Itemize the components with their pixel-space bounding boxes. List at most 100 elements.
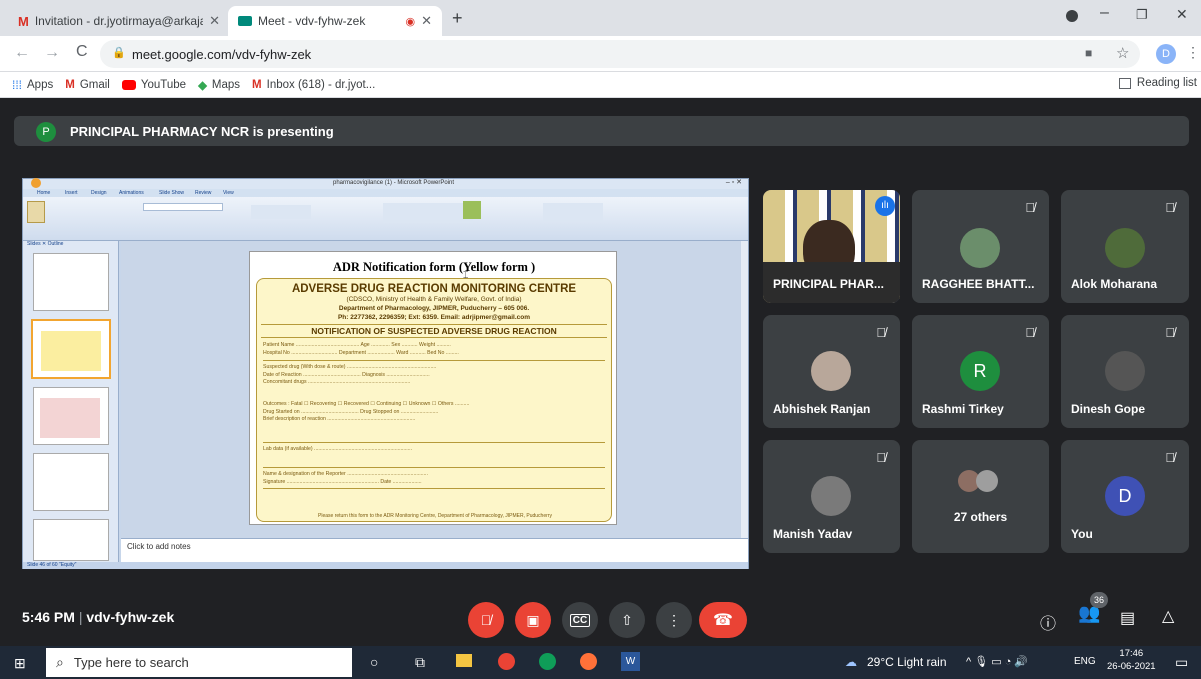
- language-indicator[interactable]: ENG: [1074, 656, 1096, 667]
- close-tab-icon[interactable]: ✕: [209, 13, 220, 29]
- present-button[interactable]: ⇧: [609, 602, 645, 638]
- notes-pane[interactable]: Click to add notes: [121, 538, 748, 562]
- centre-line: Ph: 2277362, 2296359; Ext: 6359. Email: …: [337, 314, 531, 321]
- reading-list-button[interactable]: Reading list: [1118, 77, 1197, 89]
- file-explorer-icon[interactable]: [456, 654, 472, 667]
- minimize-button[interactable]: –: [1100, 4, 1109, 22]
- ribbon-tab[interactable]: Slide Show: [159, 190, 184, 196]
- forward-icon[interactable]: →: [44, 44, 60, 62]
- form-rows: Patient Name ...........................…: [257, 338, 611, 489]
- chrome-icon[interactable]: [498, 653, 515, 670]
- ribbon-tab[interactable]: Review: [195, 190, 211, 196]
- participant-tile[interactable]: 🎙̸ Alok Moharana: [1061, 190, 1189, 303]
- panel-tab-slides[interactable]: Slides: [27, 241, 41, 247]
- bookmark-maps[interactable]: ◆ Maps: [198, 78, 240, 92]
- task-view-icon[interactable]: ⧉: [415, 654, 425, 671]
- slide: ADR Notification form (Yellow form ) ADV…: [249, 251, 617, 525]
- slide-thumbnail[interactable]: [33, 387, 109, 445]
- tray-icons[interactable]: ^ 🎙 ▭ ◔ 🔊: [966, 655, 1028, 668]
- captions-button[interactable]: CC: [562, 602, 598, 638]
- close-window-button[interactable]: ✕: [1176, 6, 1188, 23]
- participant-tile[interactable]: 🎙̸ Dinesh Gope: [1061, 315, 1189, 428]
- ribbon-tab[interactable]: Home: [37, 190, 50, 196]
- present-screen-icon: ⇧: [621, 611, 633, 628]
- presenting-text: PRINCIPAL PHARMACY NCR is presenting: [70, 124, 334, 139]
- participant-name: Manish Yadav: [773, 527, 853, 541]
- more-options-button[interactable]: ⋮: [656, 602, 692, 638]
- tab-invitation[interactable]: M Invitation - dr.jyotirmaya@arkaja ✕: [8, 6, 230, 36]
- bookmark-star-icon[interactable]: ☆: [1116, 44, 1129, 62]
- firefox-icon[interactable]: [580, 653, 597, 670]
- new-tab-button[interactable]: +: [452, 8, 463, 29]
- panel-tab-outline[interactable]: Outline: [48, 241, 64, 247]
- back-icon[interactable]: ←: [14, 44, 30, 62]
- participant-tile-presenter[interactable]: ılı PRINCIPAL PHAR...: [763, 190, 900, 303]
- mic-toggle-button[interactable]: 🎙̸: [468, 602, 504, 638]
- font-box[interactable]: [143, 203, 223, 211]
- activities-icon[interactable]: △: [1162, 606, 1174, 626]
- mic-off-icon: 🎙̸: [1165, 450, 1175, 465]
- reading-list-icon: [1118, 77, 1131, 89]
- tab-meet[interactable]: Meet - vdv-fyhw-zek ◉ ✕: [228, 6, 442, 36]
- participant-tile[interactable]: 🎙̸ Manish Yadav: [763, 440, 900, 553]
- participant-tile[interactable]: 🎙̸ RAGGHEE BHATT...: [912, 190, 1049, 303]
- gmail-icon: M: [252, 78, 262, 91]
- meeting-details-icon[interactable]: ⓘ: [1040, 610, 1056, 634]
- windows-taskbar: ⊞ ⌕ Type here to search ○ ⧉ W ☁ 29°C Lig…: [0, 646, 1201, 679]
- mic-off-icon: 🎙̸: [1025, 200, 1035, 215]
- lock-icon[interactable]: 🔒: [112, 46, 126, 59]
- people-button[interactable]: 👥 36: [1078, 592, 1108, 624]
- ribbon-tab[interactable]: View: [223, 190, 234, 196]
- reload-icon[interactable]: C: [76, 43, 88, 61]
- ppt-close-icon[interactable]: – ▫ ✕: [726, 178, 742, 186]
- windows-start-icon[interactable]: ⊞: [14, 655, 26, 672]
- form-row: Brief description of reaction ..........…: [263, 416, 605, 443]
- close-tab-icon[interactable]: ✕: [421, 13, 432, 29]
- ribbon-tab[interactable]: Insert: [65, 190, 78, 196]
- slide-thumbnail[interactable]: [33, 519, 109, 561]
- url-text[interactable]: meet.google.com/vdv-fyhw-zek: [132, 47, 311, 62]
- leave-call-button[interactable]: ☎: [699, 602, 747, 638]
- edge-icon[interactable]: [539, 653, 556, 670]
- vertical-scrollbar[interactable]: [741, 241, 748, 538]
- participant-tile[interactable]: 🎙̸ R Rashmi Tirkey: [912, 315, 1049, 428]
- ribbon-tab[interactable]: Design: [91, 190, 107, 196]
- chat-icon[interactable]: ▤: [1120, 608, 1135, 628]
- taskbar-search-box[interactable]: ⌕ Type here to search: [46, 648, 352, 677]
- participant-tile-self[interactable]: 🎙̸ D You: [1061, 440, 1189, 553]
- slide-thumbnail-selected[interactable]: [31, 319, 111, 379]
- participant-tile-others[interactable]: 27 others: [912, 440, 1049, 553]
- ppt-ribbon: [23, 197, 748, 241]
- bookmark-gmail[interactable]: M Gmail: [65, 79, 110, 91]
- bookmark-inbox[interactable]: M Inbox (618) - dr.jyot...: [252, 79, 375, 91]
- bookmark-youtube[interactable]: YouTube: [121, 79, 186, 91]
- omnibox[interactable]: 🔒 meet.google.com/vdv-fyhw-zek ■ ☆: [100, 40, 1140, 68]
- paste-icon[interactable]: [27, 201, 45, 223]
- recording-icon: ◉: [405, 15, 416, 28]
- maps-icon: ◆: [198, 79, 207, 92]
- slide-thumbnail[interactable]: [33, 453, 109, 511]
- form-row: Suspected drug (With dose & route) .....…: [263, 364, 437, 371]
- camera-toggle-button[interactable]: ▣: [515, 602, 551, 638]
- taskbar-clock[interactable]: 17:46 26-06-2021: [1107, 647, 1156, 673]
- tab-search-icon[interactable]: [1066, 10, 1078, 22]
- form-row: Drug Started on ........................…: [263, 408, 439, 415]
- participant-avatar: [811, 351, 851, 391]
- word-icon[interactable]: W: [621, 652, 640, 671]
- camera-icon[interactable]: ■: [1085, 46, 1092, 60]
- participant-tile[interactable]: 🎙̸ Abhishek Ranjan: [763, 315, 900, 428]
- notifications-icon[interactable]: ▭: [1175, 654, 1188, 671]
- cortana-icon[interactable]: ○: [370, 654, 378, 670]
- profile-avatar[interactable]: D: [1156, 44, 1176, 64]
- centre-line: (CDSCO, Ministry of Health & Family Welf…: [346, 296, 522, 303]
- arrange-icon[interactable]: [463, 201, 481, 219]
- restore-button[interactable]: ❐: [1136, 7, 1148, 23]
- ribbon-tab[interactable]: Animations: [119, 190, 144, 196]
- weather-text[interactable]: 29°C Light rain: [867, 655, 947, 669]
- slide-thumbnail[interactable]: [33, 253, 109, 311]
- office-button-icon[interactable]: [31, 178, 41, 188]
- weather-icon: ☁: [845, 655, 857, 669]
- more-menu-icon[interactable]: ⋮: [1186, 44, 1200, 61]
- form-row: Outcomes : Fatal ☐ Recovering ☐ Recovere…: [263, 400, 470, 407]
- bookmark-apps[interactable]: ⁞⁞⁞ Apps: [12, 78, 53, 92]
